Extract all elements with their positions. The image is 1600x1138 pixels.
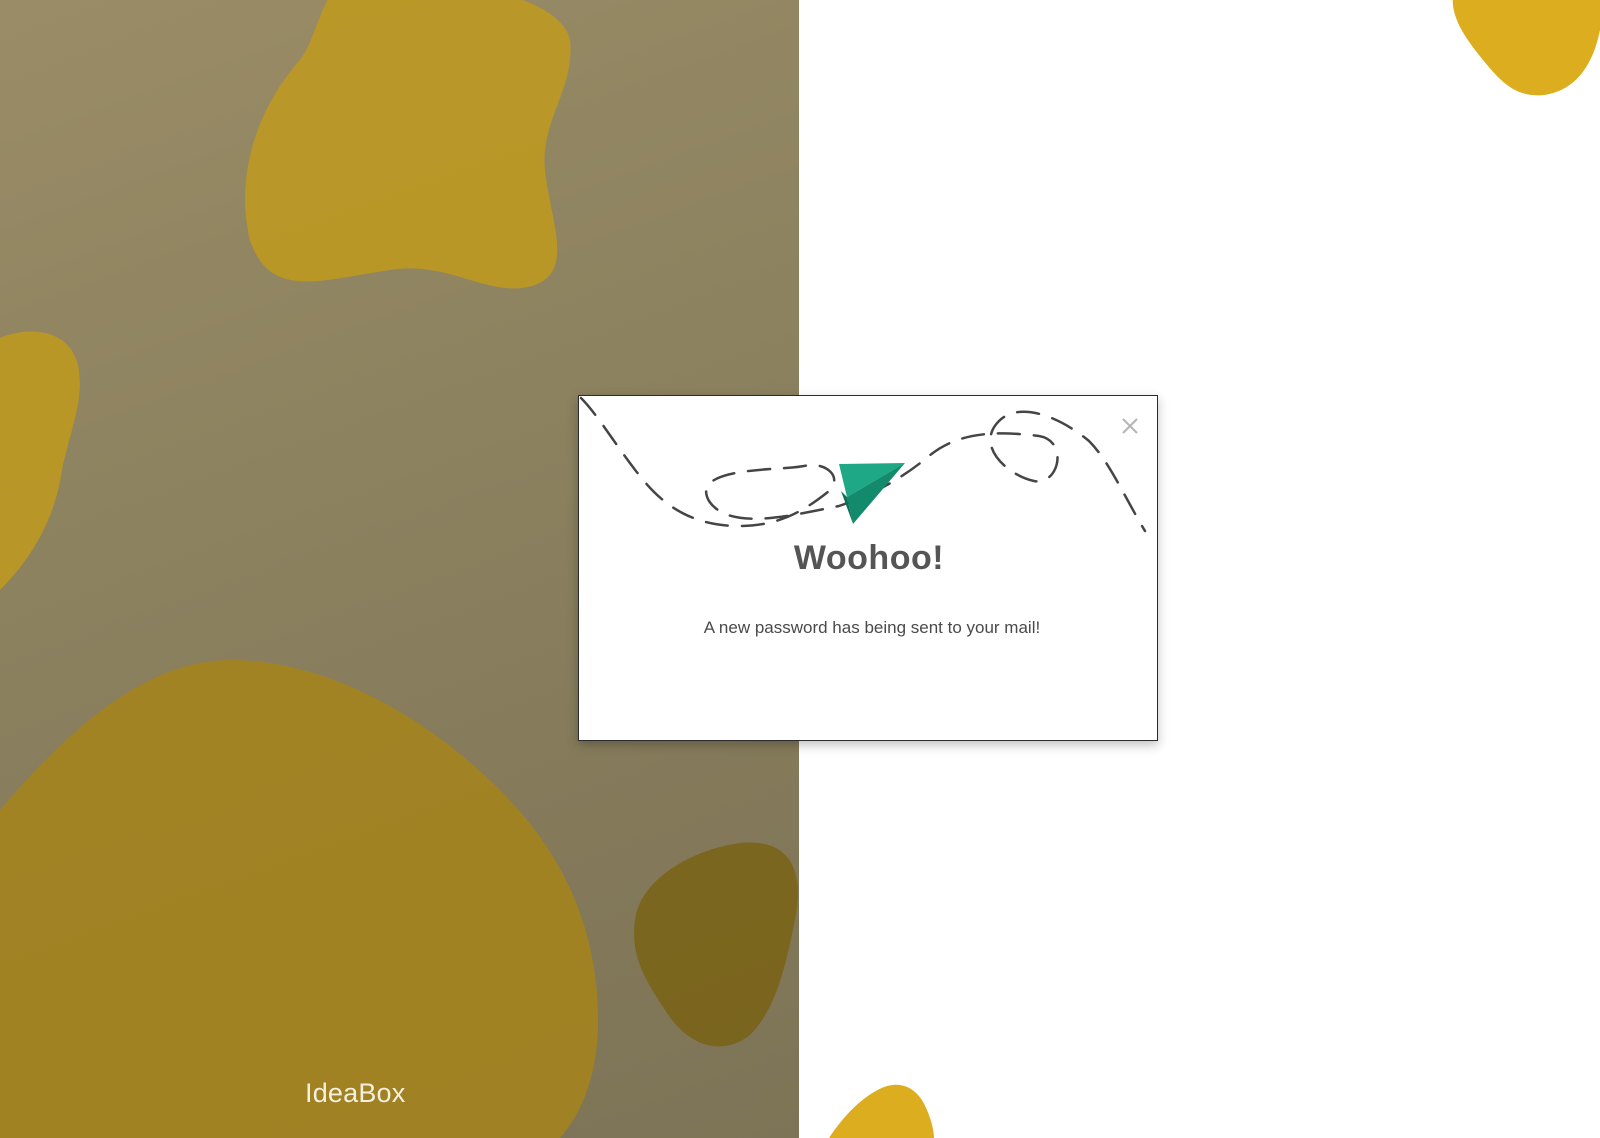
success-dialog: Woohoo! A new password has being sent to…: [578, 395, 1158, 741]
close-icon[interactable]: [1119, 415, 1141, 437]
brand-name: IdeaBox: [305, 1078, 406, 1108]
blob-top: [245, 0, 571, 289]
blob-bottom-center: [829, 1084, 934, 1138]
blob-left-middle: [0, 331, 80, 590]
blob-bottom-right: [634, 842, 798, 1047]
page: IdeaBox Woohoo! A new password has being…: [0, 0, 1600, 1138]
blob-top-right: [1452, 0, 1600, 96]
dialog-title: Woohoo!: [793, 539, 945, 577]
blob-bottom-large: [0, 660, 599, 1138]
paper-plane-icon: [839, 463, 905, 524]
dialog-message: A new password has being sent to your ma…: [703, 618, 1041, 637]
flight-path-decoration: [579, 396, 1147, 533]
